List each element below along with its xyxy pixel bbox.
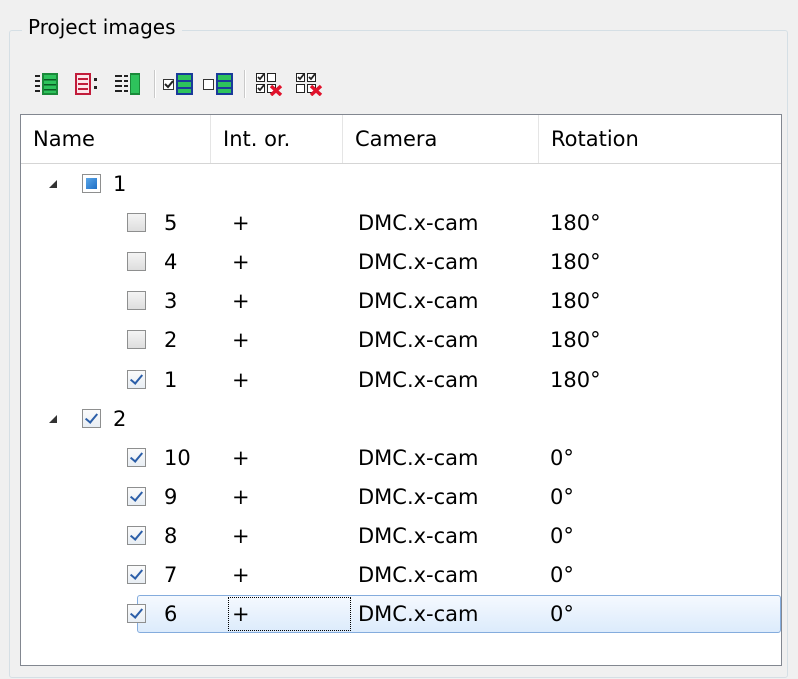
column-header-camera[interactable]: Camera: [343, 115, 539, 163]
tree-image-row[interactable]: 8 + DMC.x-cam 0°: [21, 517, 781, 555]
image-name: 9: [164, 484, 178, 509]
camera-cell: DMC.x-cam: [358, 289, 479, 314]
group-title: Project images: [22, 14, 182, 40]
tree-image-row[interactable]: 3 + DMC.x-cam 180°: [21, 282, 781, 320]
int-or-cell: +: [232, 484, 250, 509]
tree-group-row[interactable]: 1: [21, 165, 781, 203]
image-checkbox[interactable]: [127, 565, 146, 584]
image-checkbox[interactable]: [127, 525, 146, 545]
tree-group-row[interactable]: 2: [21, 400, 781, 438]
image-name: 1: [164, 367, 178, 392]
rotation-cell: 0°: [550, 445, 574, 470]
int-or-cell: +: [232, 523, 250, 548]
images-tree[interactable]: Name Int. or. Camera Rotation 1 5 + DMC.x-c…: [20, 114, 782, 666]
rotation-cell: 0°: [550, 523, 574, 548]
toolbar-separator: [244, 70, 246, 98]
int-or-cell: +: [232, 289, 250, 314]
rotation-cell: 180°: [550, 367, 601, 392]
remove-unchecked-icon[interactable]: [292, 66, 328, 102]
tree-image-row[interactable]: 1 + DMC.x-cam 180°: [21, 361, 781, 399]
collapse-all-icon[interactable]: [70, 66, 106, 102]
camera-cell: DMC.x-cam: [358, 602, 479, 627]
tree-image-row[interactable]: 9 + DMC.x-cam 0°: [21, 478, 781, 516]
int-or-cell: +: [232, 250, 250, 275]
camera-cell: DMC.x-cam: [358, 211, 479, 236]
expand-all-icon[interactable]: [30, 66, 66, 102]
tree-image-row[interactable]: 4 + DMC.x-cam 180°: [21, 243, 781, 281]
image-name: 3: [164, 289, 178, 314]
rotation-cell: 180°: [550, 250, 601, 275]
tree-image-row[interactable]: 2 + DMC.x-cam 180°: [21, 321, 781, 359]
group-name: 2: [113, 406, 127, 431]
image-name: 6: [164, 602, 178, 627]
image-checkbox[interactable]: [127, 213, 146, 233]
rotation-cell: 180°: [550, 211, 601, 236]
image-name: 5: [164, 211, 178, 236]
column-header-int-or[interactable]: Int. or.: [211, 115, 343, 163]
rotation-cell: 0°: [550, 563, 574, 587]
int-or-cell: +: [232, 563, 250, 587]
camera-cell: DMC.x-cam: [358, 523, 479, 548]
column-header-name[interactable]: Name: [21, 115, 211, 163]
camera-cell: DMC.x-cam: [358, 328, 479, 353]
image-checkbox[interactable]: [127, 447, 146, 467]
tree-image-row[interactable]: 5 + DMC.x-cam 180°: [21, 204, 781, 242]
image-name: 8: [164, 523, 178, 548]
remove-checked-icon[interactable]: [252, 66, 288, 102]
collapse-arrow-icon[interactable]: [43, 165, 63, 203]
uncheck-all-icon[interactable]: [200, 66, 236, 102]
camera-cell: DMC.x-cam: [358, 250, 479, 275]
image-checkbox[interactable]: [127, 369, 146, 389]
group-checkbox[interactable]: [82, 408, 101, 428]
int-or-cell: +: [232, 211, 250, 236]
tree-image-row[interactable]: 7 + DMC.x-cam 0°: [21, 556, 781, 594]
image-checkbox[interactable]: [127, 604, 146, 624]
collapse-arrow-icon[interactable]: [43, 400, 63, 438]
camera-cell: DMC.x-cam: [358, 367, 479, 392]
image-checkbox[interactable]: [127, 330, 146, 350]
image-checkbox[interactable]: [127, 252, 146, 272]
group-checkbox[interactable]: [82, 174, 101, 193]
rotation-cell: 180°: [550, 328, 601, 353]
rotation-cell: 0°: [550, 484, 574, 509]
image-name: 2: [164, 328, 178, 353]
int-or-cell: +: [232, 367, 250, 392]
camera-cell: DMC.x-cam: [358, 563, 479, 587]
camera-cell: DMC.x-cam: [358, 484, 479, 509]
int-or-cell: +: [232, 328, 250, 353]
toolbar-separator: [154, 70, 156, 98]
column-header: Name Int. or. Camera Rotation: [21, 115, 781, 164]
rotation-cell: 180°: [550, 289, 601, 314]
image-checkbox[interactable]: [127, 486, 146, 506]
tree-image-row[interactable]: 6 + DMC.x-cam 0°: [21, 595, 781, 634]
check-all-icon[interactable]: [160, 66, 196, 102]
image-name: 4: [164, 250, 178, 275]
camera-cell: DMC.x-cam: [358, 445, 479, 470]
image-checkbox[interactable]: [127, 291, 146, 311]
int-or-cell: +: [232, 602, 250, 627]
tree-image-row[interactable]: 10 + DMC.x-cam 0°: [21, 439, 781, 477]
image-name: 7: [164, 563, 178, 587]
group-name: 1: [113, 172, 127, 196]
int-or-cell: +: [232, 445, 250, 470]
rotation-cell: 0°: [550, 602, 574, 627]
column-header-rotation[interactable]: Rotation: [539, 115, 781, 163]
image-name: 10: [164, 445, 191, 470]
tree-view-icon[interactable]: [110, 66, 146, 102]
